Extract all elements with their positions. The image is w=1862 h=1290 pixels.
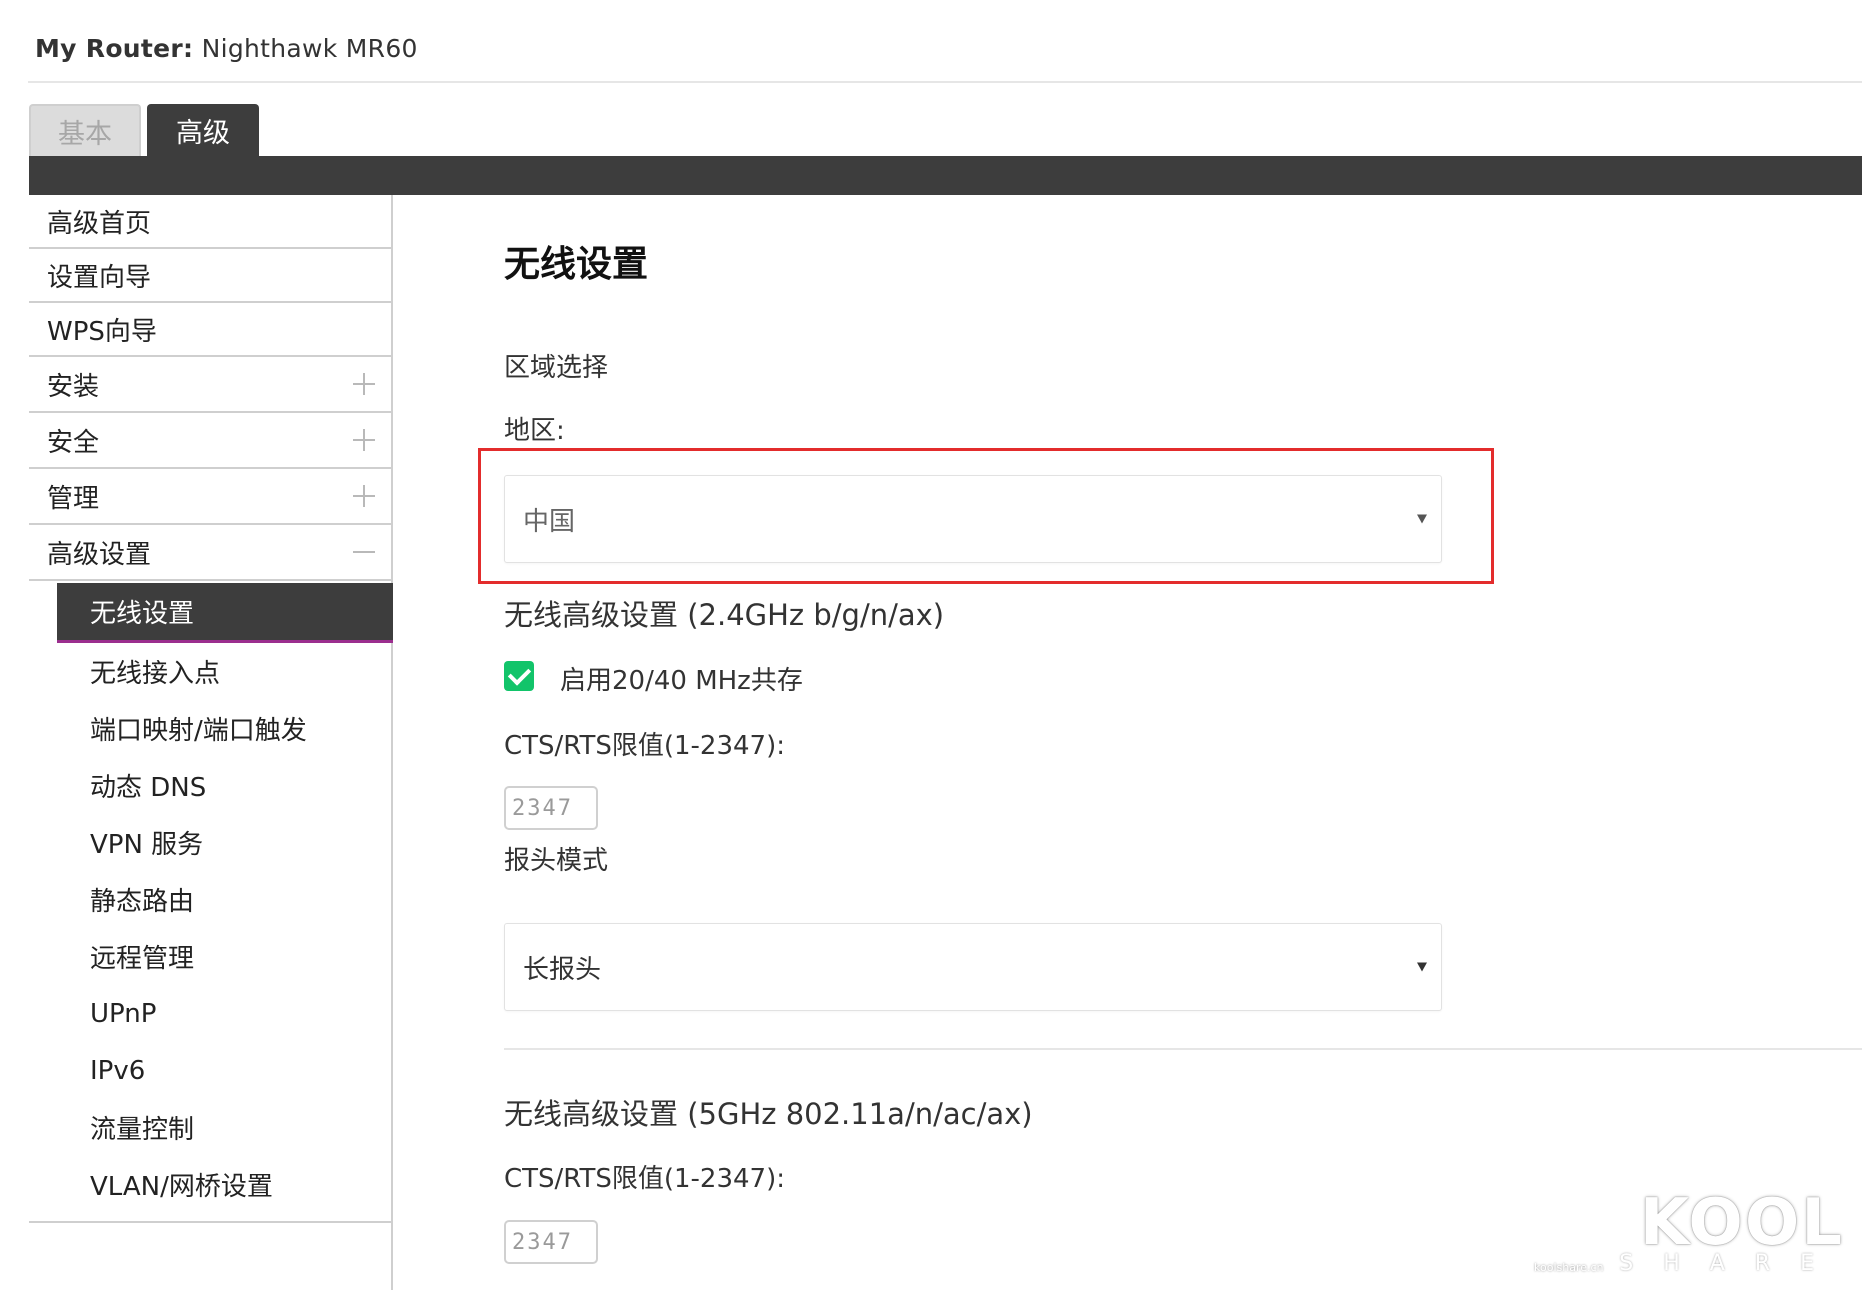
preamble-select[interactable]: 长报头 [504,923,1442,1011]
expand-plus-icon[interactable] [353,373,375,395]
sidebar-item-advanced-settings[interactable]: 高级设置 [29,525,391,581]
region-section-label: 区域选择 [504,353,609,383]
region-select[interactable]: 中国 [504,475,1442,563]
sidebar-item-label: 安全 [47,427,100,458]
sidebar-item-vlan-bridge[interactable]: VLAN/网桥设置 [29,1156,391,1213]
band5-heading: 无线高级设置 (5GHz 802.11a/n/ac/ax) [504,1097,1033,1131]
tab-bar [29,156,1862,195]
expand-plus-icon[interactable] [353,429,375,451]
sidebar-item-access-point[interactable]: 无线接入点 [29,643,391,700]
sidebar-item-setup-wizard[interactable]: 设置向导 [29,249,391,303]
cts-rts-label-24: CTS/RTS限值(1-2347): [504,731,785,761]
sidebar-item-label: 安装 [47,371,100,402]
sidebar-item-ipv6[interactable]: IPv6 [29,1042,391,1099]
sidebar-item-port-forwarding[interactable]: 端口映射/端口触发 [29,700,391,757]
router-model: Nighthawk MR60 [201,34,418,63]
sidebar-item-label: 管理 [47,483,100,514]
sidebar-item-security[interactable]: 安全 [29,413,391,469]
sidebar: 高级首页 设置向导 WPS向导 安装 安全 管理 高级设置 无线设置 无线接入点… [29,195,393,1290]
watermark-url-text: koolshare.cn [1534,1261,1604,1274]
sidebar-item-label: WPS向导 [47,316,157,347]
sidebar-item-wps-wizard[interactable]: WPS向导 [29,303,391,357]
cts-rts-input-5[interactable]: 2347 [504,1220,598,1264]
sidebar-item-label: 高级首页 [47,208,152,239]
coexist-checkbox[interactable] [504,661,534,691]
koolshare-watermark: KOOL SHARE koolshare.cn [1534,1186,1844,1276]
page-title: 无线设置 [504,244,649,285]
dropdown-caret-icon [1417,514,1427,524]
section-divider [504,1048,1862,1050]
collapse-minus-icon[interactable] [353,541,375,563]
advanced-settings-submenu: 无线设置 无线接入点 端口映射/端口触发 动态 DNS VPN 服务 静态路由 … [29,581,393,1223]
coexist-label: 启用20/40 MHz共存 [560,666,803,696]
sidebar-item-label: 高级设置 [47,539,152,570]
sidebar-item-static-routes[interactable]: 静态路由 [29,871,391,928]
sidebar-item-advanced-home[interactable]: 高级首页 [29,195,391,249]
preamble-label: 报头模式 [504,846,609,876]
cts-rts-input-24[interactable]: 2347 [504,786,598,830]
main-content: 无线设置 区域选择 地区: 中国 无线高级设置 (2.4GHz b/g/n/ax… [393,195,1862,1290]
sidebar-item-upnp[interactable]: UPnP [29,985,391,1042]
router-title: My Router: Nighthawk MR60 [35,34,418,63]
band24-heading: 无线高级设置 (2.4GHz b/g/n/ax) [504,598,945,632]
expand-plus-icon[interactable] [353,485,375,507]
watermark-sub-text: SHARE [1619,1251,1844,1276]
tab-basic[interactable]: 基本 [29,104,141,156]
sidebar-item-management[interactable]: 管理 [29,469,391,525]
dropdown-caret-icon [1417,962,1427,972]
watermark-logo-text: KOOL [1639,1186,1844,1260]
sidebar-item-label: 设置向导 [47,262,152,293]
region-select-value: 中国 [523,506,576,537]
sidebar-item-wireless-settings[interactable]: 无线设置 [57,583,393,643]
sidebar-item-vpn-service[interactable]: VPN 服务 [29,814,391,871]
region-field-label: 地区: [504,416,565,446]
cts-rts-label-5: CTS/RTS限值(1-2347): [504,1164,785,1194]
preamble-select-value: 长报头 [523,954,602,985]
router-label: My Router: [35,34,194,63]
sidebar-item-traffic-control[interactable]: 流量控制 [29,1099,391,1156]
sidebar-item-remote-management[interactable]: 远程管理 [29,928,391,985]
tab-advanced[interactable]: 高级 [147,104,259,156]
header-divider [28,81,1862,83]
sidebar-item-dynamic-dns[interactable]: 动态 DNS [29,757,391,814]
sidebar-item-setup[interactable]: 安装 [29,357,391,413]
